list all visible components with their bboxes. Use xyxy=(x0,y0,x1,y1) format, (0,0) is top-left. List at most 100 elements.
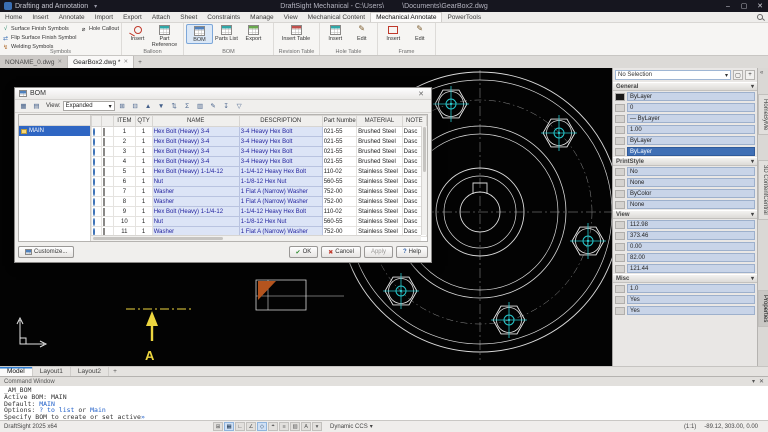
quick-select-icon[interactable]: + xyxy=(745,70,755,80)
edit-icon[interactable]: ✎ xyxy=(208,101,219,111)
document-tab-gearbox2[interactable]: GearBox2.dwg *✕ xyxy=(68,56,134,68)
bom-dialog-titlebar[interactable]: BOM ✕ xyxy=(15,88,431,100)
table-row[interactable]: 81Washer1 Flat A (Narrow) Washer752-00St… xyxy=(92,197,427,207)
palette-tab-homebyme[interactable]: HomeByMe xyxy=(758,94,768,135)
table-row[interactable]: 41Hex Bolt (Heavy) 3-43-4 Heavy Hex Bolt… xyxy=(92,157,427,167)
search-icon[interactable] xyxy=(757,14,763,20)
cancel-button[interactable]: ✖Cancel xyxy=(321,246,361,258)
select-entities-icon[interactable]: ▢ xyxy=(733,70,743,80)
vertical-scrollbar[interactable] xyxy=(421,126,427,235)
close-button[interactable]: ✕ xyxy=(752,0,768,12)
ribbon-tab-home[interactable]: Home xyxy=(0,12,27,22)
property-transparency[interactable]: ByLayer xyxy=(613,146,757,157)
tab-model[interactable]: Model xyxy=(0,367,33,376)
row-checkbox[interactable] xyxy=(103,128,105,136)
parts-list-button[interactable]: Parts List xyxy=(213,24,240,42)
property-ucs-icon-origin[interactable]: Yes xyxy=(613,305,757,316)
ribbon-tab-constraints[interactable]: Constraints xyxy=(202,12,245,22)
minimize-button[interactable]: – xyxy=(720,0,736,12)
workspace-dropdown-icon[interactable]: ▾ xyxy=(91,3,100,10)
row-checkbox[interactable] xyxy=(103,178,105,186)
row-checkbox[interactable] xyxy=(103,138,105,146)
column-header-note[interactable]: NOTE xyxy=(402,116,426,127)
document-tab-noname[interactable]: NONAME_0.dwg✕ xyxy=(0,56,68,68)
ribbon-tab-import[interactable]: Import xyxy=(90,12,118,22)
property-width[interactable]: 121.44 xyxy=(613,263,757,274)
scale-indicator[interactable]: (1:1) xyxy=(684,424,696,430)
table-row[interactable]: 31Hex Bolt (Heavy) 3-43-4 Heavy Hex Bolt… xyxy=(92,147,427,157)
move-up-icon[interactable]: ▲ xyxy=(143,101,154,111)
row-checkbox[interactable] xyxy=(103,188,105,196)
view-dropdown[interactable]: Expanded▾ xyxy=(63,101,115,111)
property-printstyle-1[interactable]: No xyxy=(613,166,757,177)
property-printstyle-4[interactable]: None xyxy=(613,199,757,210)
table-row[interactable]: 21Hex Bolt (Heavy) 3-43-4 Heavy Hex Bolt… xyxy=(92,137,427,147)
row-checkbox[interactable] xyxy=(103,218,105,226)
row-checkbox[interactable] xyxy=(103,158,105,166)
property-linestyle[interactable]: — ByLayer xyxy=(613,113,757,124)
collapse-icon[interactable]: « xyxy=(760,70,763,76)
property-annotation-scale[interactable]: 1.0 xyxy=(613,283,757,294)
close-tab-icon[interactable]: ✕ xyxy=(123,59,128,65)
close-tab-icon[interactable]: ✕ xyxy=(58,59,63,65)
scrollbar-thumb[interactable] xyxy=(423,127,426,172)
lineweight-icon[interactable]: ≡ xyxy=(279,422,289,431)
horizontal-scrollbar[interactable] xyxy=(91,235,421,241)
new-document-tab-button[interactable]: + xyxy=(134,56,146,68)
ok-button[interactable]: ✔OK xyxy=(289,246,319,258)
export-icon[interactable]: ↧ xyxy=(221,101,232,111)
column-header-item[interactable]: ITEM xyxy=(114,116,135,127)
column-header-part-number[interactable]: Part Number xyxy=(322,116,356,127)
insert-revision-table-button[interactable]: Insert Table xyxy=(276,24,316,42)
column-header-qty[interactable]: QTY xyxy=(135,116,152,127)
etrack-icon[interactable]: ⌖ xyxy=(268,422,278,431)
command-history[interactable]: _AM_BOM Active BOM: MAIN Default: MAIN O… xyxy=(0,386,768,422)
property-ucs-icon-on[interactable]: Yes xyxy=(613,294,757,305)
ribbon-tab-attach[interactable]: Attach xyxy=(147,12,175,22)
table-row[interactable]: 71Washer1 Flat A (Narrow) Washer752-00St… xyxy=(92,187,427,197)
property-color[interactable]: ByLayer xyxy=(613,91,757,102)
row-checkbox[interactable] xyxy=(103,148,105,156)
apply-button[interactable]: Apply xyxy=(364,246,393,258)
tab-layout1[interactable]: Layout1 xyxy=(33,367,71,376)
column-header-material[interactable]: MATERIAL xyxy=(357,116,403,127)
balloon-column-header[interactable] xyxy=(92,116,102,127)
maximize-button[interactable]: ▢ xyxy=(736,0,752,12)
property-printstyle-2[interactable]: None xyxy=(613,177,757,188)
section-header-general[interactable]: General▾ xyxy=(613,82,757,91)
ribbon-tab-insert[interactable]: Insert xyxy=(27,12,53,22)
bom-tree-item-main[interactable]: MAIN xyxy=(19,126,90,136)
settings-icon[interactable]: ▦ xyxy=(18,101,29,111)
section-header-misc[interactable]: Misc▾ xyxy=(613,274,757,283)
polar-icon[interactable]: ∠ xyxy=(246,422,256,431)
column-header-description[interactable]: DESCRIPTION xyxy=(239,116,322,127)
ribbon-tab-mechanical-annotate[interactable]: Mechanical Annotate xyxy=(370,12,442,22)
table-row[interactable]: 61Nut1-1/8-12 Hex Nut560-55Stainless Ste… xyxy=(92,177,427,187)
ribbon-tab-manage[interactable]: Manage xyxy=(245,12,279,22)
tab-layout2[interactable]: Layout2 xyxy=(71,367,109,376)
surface-finish-symbols-button[interactable]: √Surface Finish Symbols xyxy=(2,25,80,33)
property-height[interactable]: 82.00 xyxy=(613,252,757,263)
sort-icon[interactable]: ⇅ xyxy=(169,101,180,111)
bom-dialog-close-icon[interactable]: ✕ xyxy=(415,90,427,98)
ribbon-tab-view[interactable]: View xyxy=(279,12,303,22)
scrollbar-thumb[interactable] xyxy=(93,237,223,240)
row-checkbox[interactable] xyxy=(103,198,105,206)
insert-frame-button[interactable]: Insert xyxy=(380,24,407,42)
annotation-scale-icon[interactable]: A xyxy=(301,422,311,431)
insert-hole-table-button[interactable]: Insert xyxy=(322,24,349,42)
section-header-view[interactable]: View▾ xyxy=(613,210,757,219)
row-checkbox[interactable] xyxy=(103,168,105,176)
balloon-insert-button[interactable]: Insert xyxy=(124,24,151,42)
snap-icon[interactable]: ⊞ xyxy=(213,422,223,431)
ortho-icon[interactable]: ∟ xyxy=(235,422,245,431)
columns-icon[interactable]: ▥ xyxy=(195,101,206,111)
bom-button[interactable]: BOM xyxy=(186,24,213,44)
edit-frame-button[interactable]: ✎Edit xyxy=(407,24,434,42)
ribbon-tab-annotate[interactable]: Annotate xyxy=(54,12,90,22)
ribbon-tab-export[interactable]: Export xyxy=(118,12,147,22)
workspace-icon[interactable]: ▾ xyxy=(312,422,322,431)
move-down-icon[interactable]: ▼ xyxy=(156,101,167,111)
palette-tab-properties[interactable]: Properties xyxy=(758,290,768,327)
esnap-icon[interactable]: ◇ xyxy=(257,422,267,431)
